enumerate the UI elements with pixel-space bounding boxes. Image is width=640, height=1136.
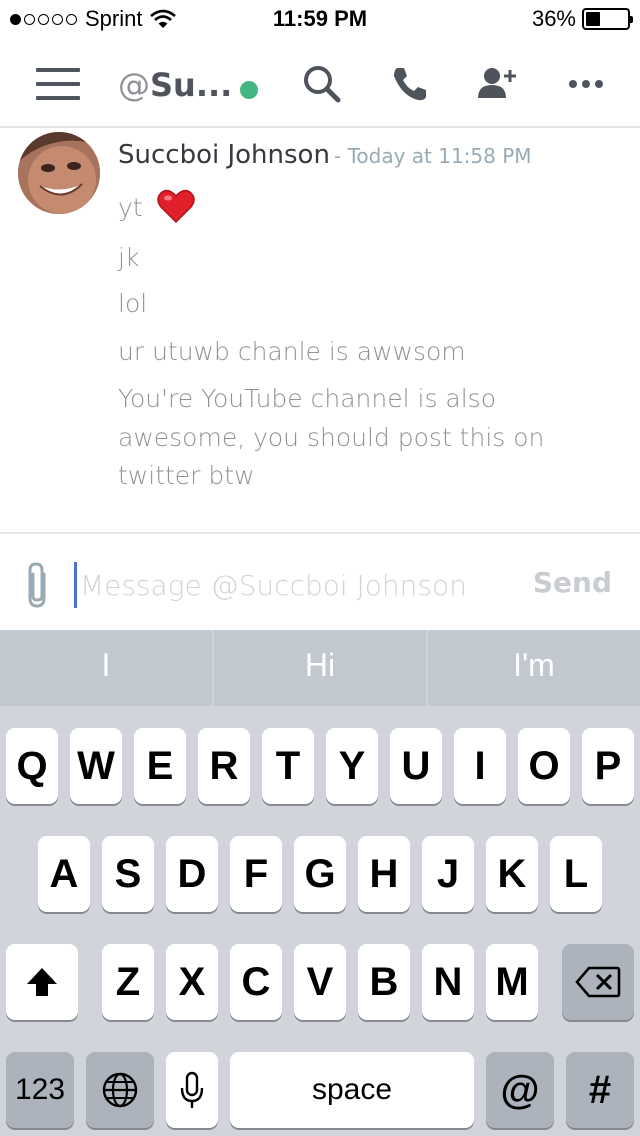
key-q[interactable]: Q [6,728,58,804]
backspace-icon [575,966,621,998]
key-a[interactable]: A [38,836,90,912]
suggestion[interactable]: I'm [426,630,640,706]
hash-key[interactable]: # [566,1052,634,1128]
avatar-image [18,132,100,214]
key-j[interactable]: J [422,836,474,912]
message-line: twitter btw [118,461,255,490]
key-s[interactable]: S [102,836,154,912]
globe-key[interactable] [86,1052,154,1128]
key-k[interactable]: K [486,836,538,912]
battery-level [586,12,601,26]
channel-header: @Su... [0,40,640,128]
message-timestamp: - Today at 11:58 PM [334,144,532,168]
suggestion[interactable]: Hi [212,630,426,706]
key-i[interactable]: I [454,728,506,804]
phone-icon[interactable] [388,62,432,106]
key-p[interactable]: P [582,728,634,804]
keyboard: I Hi I'm QWERTYUIOP ASDFGHJKL ZXCVBNM 12… [0,630,640,1136]
microphone-icon [180,1071,204,1108]
battery-icon [582,8,633,30]
online-status-dot [240,81,258,99]
key-h[interactable]: H [358,836,410,912]
message-line: awesome, you should post this on [118,423,545,452]
key-x[interactable]: X [166,944,218,1020]
key-u[interactable]: U [390,728,442,804]
message-composer: Send [0,532,640,630]
key-d[interactable]: D [166,836,218,912]
more-icon[interactable] [564,62,608,106]
message-input[interactable] [80,558,520,612]
menu-icon[interactable] [36,68,80,100]
globe-icon [102,1072,138,1108]
shift-icon [27,968,57,996]
key-g[interactable]: G [294,836,346,912]
message-group: Succboi Johnson - Today at 11:58 PM yt j… [0,128,640,532]
heart-emoji [156,189,195,224]
key-v[interactable]: V [294,944,346,1020]
text-cursor [74,562,77,608]
key-l[interactable]: L [550,836,602,912]
search-icon[interactable] [300,62,344,106]
channel-name: Su... [150,66,233,104]
message-text: yt [118,193,143,222]
delete-key[interactable] [562,944,634,1020]
battery-percent: 36% [531,6,576,31]
message-line: yt [118,188,598,227]
key-o[interactable]: O [518,728,570,804]
key-n[interactable]: N [422,944,474,1020]
send-button[interactable]: Send [533,566,612,599]
key-t[interactable]: T [262,728,314,804]
key-e[interactable]: E [134,728,186,804]
key-m[interactable]: M [486,944,538,1020]
channel-title[interactable]: @Su... [118,66,232,104]
dictation-key[interactable] [166,1052,218,1128]
suggestion[interactable]: I [0,630,212,706]
avatar[interactable] [18,132,100,214]
key-f[interactable]: F [230,836,282,912]
key-r[interactable]: R [198,728,250,804]
status-bar: Sprint 11:59 PM 36% [0,0,640,40]
key-z[interactable]: Z [102,944,154,1020]
attachment-icon[interactable] [22,560,54,612]
message-line: ur utuwb chanle is awwsom [118,337,466,366]
message-author[interactable]: Succboi Johnson [118,140,330,170]
numbers-key[interactable]: 123 [6,1052,74,1128]
add-user-icon[interactable] [474,62,518,106]
message-line: lol [118,289,148,318]
battery-group: 36% [531,6,633,32]
message-line: jk [118,243,140,272]
key-b[interactable]: B [358,944,410,1020]
message-line: You're YouTube channel is also [118,384,497,413]
key-c[interactable]: C [230,944,282,1020]
key-w[interactable]: W [70,728,122,804]
predictive-bar: I Hi I'm [0,630,640,706]
space-key[interactable]: space [230,1052,474,1128]
at-prefix: @ [118,66,150,104]
shift-key[interactable] [6,944,78,1020]
at-key[interactable]: @ [486,1052,554,1128]
key-y[interactable]: Y [326,728,378,804]
